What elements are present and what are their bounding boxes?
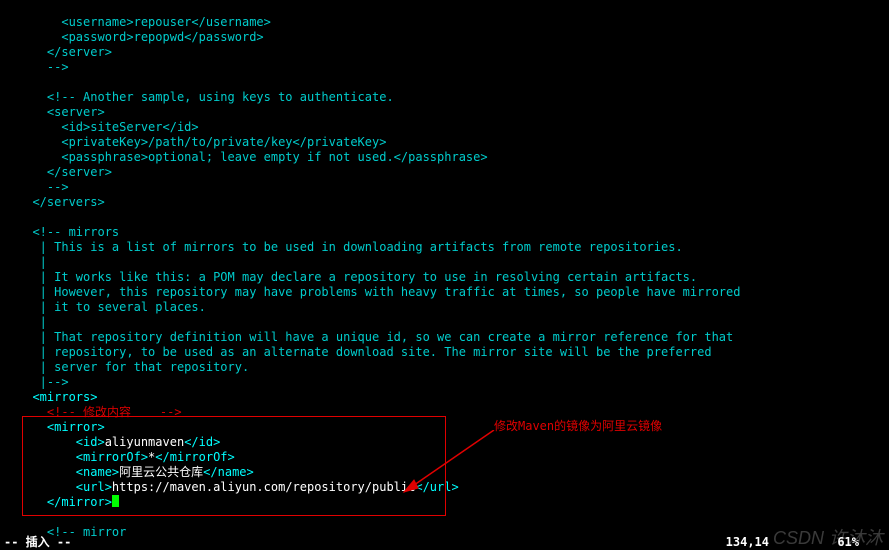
code-line: <passphrase>optional; leave empty if not… xyxy=(18,150,488,164)
code-line: | It works like this: a POM may declare … xyxy=(18,270,697,284)
code-indent xyxy=(18,435,76,449)
code-line: </server> xyxy=(18,165,112,179)
code-line: --> xyxy=(18,60,69,74)
vim-mode: -- 插入 -- xyxy=(4,535,71,550)
code-line: --> xyxy=(18,180,69,194)
name-close-tag: </name> xyxy=(203,465,254,479)
code-line: | That repository definition will have a… xyxy=(18,330,733,344)
code-line: |--> xyxy=(18,375,69,389)
code-line: | it to several places. xyxy=(18,300,206,314)
mirrorof-open-tag: <mirrorOf> xyxy=(76,450,148,464)
code-indent xyxy=(18,480,76,494)
url-open-tag: <url> xyxy=(76,480,112,494)
code-indent xyxy=(18,465,76,479)
code-indent xyxy=(18,450,76,464)
code-line: <!-- mirrors xyxy=(18,225,119,239)
mirrors-open-tag: <mirrors> xyxy=(32,390,97,404)
url-close-tag: </url> xyxy=(415,480,458,494)
mirrorof-close-tag: </mirrorOf> xyxy=(155,450,234,464)
code-indent xyxy=(18,420,47,434)
code-indent xyxy=(18,495,47,509)
terminal-editor[interactable]: <username>repouser</username> <password>… xyxy=(0,0,889,530)
code-line: | repository, to be used as an alternate… xyxy=(18,345,712,359)
vim-position: 134,14 xyxy=(726,535,769,550)
code-line: | xyxy=(18,255,47,269)
code-line: <password>repopwd</password> xyxy=(18,30,264,44)
code-line: <server> xyxy=(18,105,105,119)
url-value: https://maven.aliyun.com/repository/publ… xyxy=(112,480,415,494)
code-line: </servers> xyxy=(18,195,105,209)
vim-status-bar: -- 插入 -- 134,14 61% xyxy=(0,535,889,550)
cursor-icon xyxy=(112,495,119,507)
code-line: </server> xyxy=(18,45,112,59)
code-line: <!-- 修改内容 --> xyxy=(18,405,182,419)
code-line: <!-- Another sample, using keys to authe… xyxy=(18,90,394,104)
code-indent xyxy=(18,390,32,404)
id-close-tag: </id> xyxy=(184,435,220,449)
mirror-close-tag: </mirror> xyxy=(47,495,112,509)
code-line: | However, this repository may have prob… xyxy=(18,285,740,299)
name-value: 阿里云公共仓库 xyxy=(119,465,203,479)
name-open-tag: <name> xyxy=(76,465,119,479)
code-line: <privateKey>/path/to/private/key</privat… xyxy=(18,135,386,149)
annotation-text: 修改Maven的镜像为阿里云镜像 xyxy=(494,419,662,434)
code-line: | xyxy=(18,315,47,329)
code-line: | This is a list of mirrors to be used i… xyxy=(18,240,683,254)
code-line: <id>siteServer</id> xyxy=(18,120,199,134)
id-value: aliyunmaven xyxy=(105,435,184,449)
mirror-open-tag: <mirror> xyxy=(47,420,105,434)
id-open-tag: <id> xyxy=(76,435,105,449)
code-line: <username>repouser</username> xyxy=(18,15,271,29)
vim-percentage: 61% xyxy=(837,535,859,550)
code-line: | server for that repository. xyxy=(18,360,249,374)
